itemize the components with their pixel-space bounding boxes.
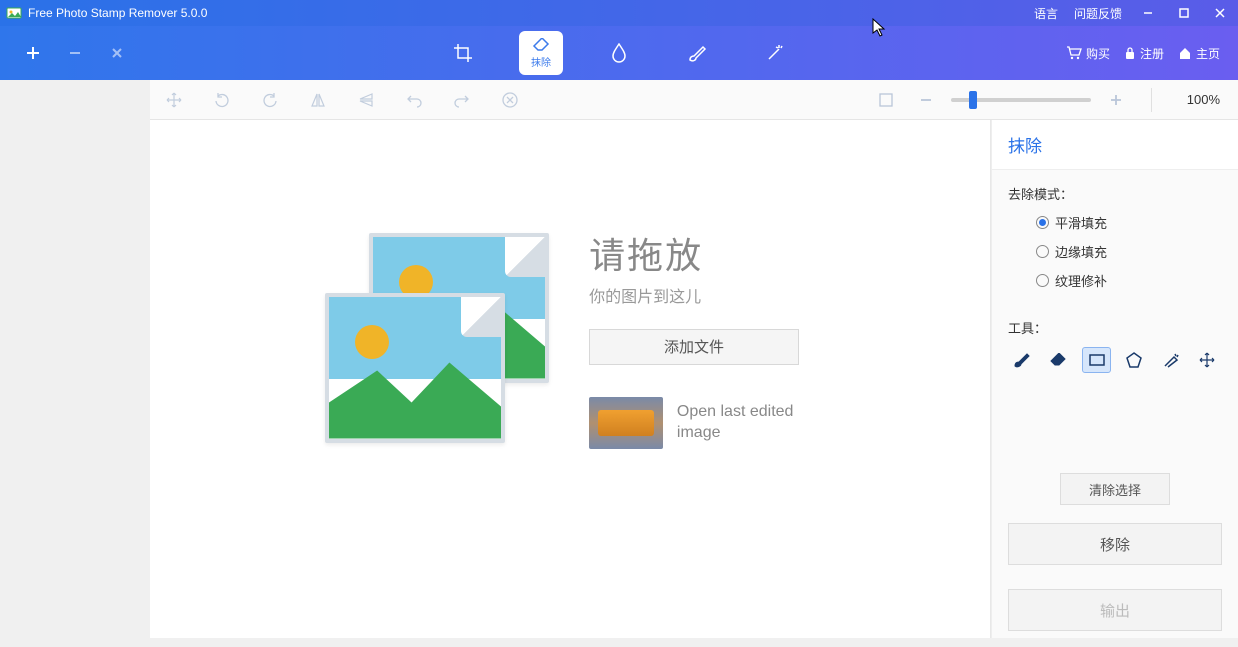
redo-icon[interactable] <box>438 80 486 120</box>
remove-mode-label: 去除模式： <box>1008 184 1222 203</box>
home-label: 主页 <box>1196 45 1220 62</box>
clear-selection-button[interactable]: 清除选择 <box>1060 473 1170 505</box>
mode-smooth-radio[interactable]: 平滑填充 <box>1036 213 1222 232</box>
drop-subtitle: 你的图片到这儿 <box>589 283 815 307</box>
cart-icon <box>1066 46 1082 60</box>
delete-icon[interactable] <box>486 80 534 120</box>
flip-vertical-icon[interactable] <box>342 80 390 120</box>
crop-tool[interactable] <box>441 31 485 75</box>
erase-tool-label: 抹除 <box>531 54 551 69</box>
side-panel: 抹除 去除模式： 平滑填充 边缘填充 纹理修补 工具： 清除选择 移除 输出 <box>991 120 1238 638</box>
lasso-select-icon[interactable] <box>1156 347 1185 373</box>
minimize-tab-button[interactable] <box>64 42 86 64</box>
app-title: Free Photo Stamp Remover 5.0.0 <box>28 6 207 20</box>
rectangle-select-icon[interactable] <box>1082 347 1111 373</box>
title-bar: Free Photo Stamp Remover 5.0.0 语言 问题反馈 <box>0 0 1238 26</box>
add-file-button[interactable]: 添加文件 <box>589 329 799 365</box>
close-button[interactable] <box>1202 0 1238 26</box>
rotate-right-icon[interactable] <box>246 80 294 120</box>
feedback-link[interactable]: 问题反馈 <box>1066 5 1130 22</box>
buy-label: 购买 <box>1086 45 1110 62</box>
mode-texture-label: 纹理修补 <box>1055 271 1107 290</box>
brush-select-icon[interactable] <box>1008 347 1037 373</box>
buy-button[interactable]: 购买 <box>1066 45 1110 62</box>
zoom-value: 100% <box>1172 92 1220 107</box>
undo-icon[interactable] <box>390 80 438 120</box>
maximize-button[interactable] <box>1166 0 1202 26</box>
remove-button[interactable]: 移除 <box>1008 523 1222 565</box>
move-select-icon[interactable] <box>1193 347 1222 373</box>
last-edited-thumbnail <box>589 397 663 449</box>
left-gutter <box>0 120 150 638</box>
erase-tool[interactable]: 抹除 <box>519 31 563 75</box>
drop-zone[interactable]: 请拖放 你的图片到这儿 添加文件 Open last edited image <box>325 227 815 449</box>
fit-screen-icon[interactable] <box>871 85 901 115</box>
magic-wand-tool[interactable] <box>753 31 797 75</box>
open-last-edited[interactable]: Open last edited image <box>589 397 815 449</box>
rotate-left-icon[interactable] <box>198 80 246 120</box>
home-icon <box>1178 46 1192 60</box>
zoom-in-button[interactable] <box>1101 85 1131 115</box>
secondary-toolbar: 100% <box>150 80 1238 120</box>
open-last-label: Open last edited image <box>677 402 815 444</box>
main-toolbar: 抹除 购买 注册 主页 <box>0 26 1238 80</box>
brush-tool[interactable] <box>675 31 719 75</box>
home-button[interactable]: 主页 <box>1178 45 1220 62</box>
droplet-tool[interactable] <box>597 31 641 75</box>
output-button[interactable]: 输出 <box>1008 589 1222 631</box>
zoom-out-button[interactable] <box>911 85 941 115</box>
language-link[interactable]: 语言 <box>1026 5 1066 22</box>
minimize-button[interactable] <box>1130 0 1166 26</box>
flip-horizontal-icon[interactable] <box>294 80 342 120</box>
zoom-slider-thumb[interactable] <box>969 91 977 109</box>
mode-edge-radio[interactable]: 边缘填充 <box>1036 242 1222 261</box>
mode-texture-radio[interactable]: 纹理修补 <box>1036 271 1222 290</box>
canvas-area[interactable]: 请拖放 你的图片到这儿 添加文件 Open last edited image <box>150 120 991 638</box>
mode-smooth-label: 平滑填充 <box>1055 213 1107 232</box>
polygon-select-icon[interactable] <box>1119 347 1148 373</box>
drop-title: 请拖放 <box>589 227 815 279</box>
app-icon <box>6 5 22 21</box>
move-icon[interactable] <box>150 80 198 120</box>
mode-edge-label: 边缘填充 <box>1055 242 1107 261</box>
tools-label: 工具： <box>1008 318 1222 337</box>
side-panel-header: 抹除 <box>992 120 1238 170</box>
close-tab-button[interactable] <box>106 42 128 64</box>
eraser-select-icon[interactable] <box>1045 347 1074 373</box>
lock-icon <box>1124 46 1136 60</box>
zoom-slider[interactable] <box>951 98 1091 102</box>
placeholder-images-icon <box>325 233 549 443</box>
register-button[interactable]: 注册 <box>1124 45 1164 62</box>
register-label: 注册 <box>1140 45 1164 62</box>
add-tab-button[interactable] <box>22 42 44 64</box>
